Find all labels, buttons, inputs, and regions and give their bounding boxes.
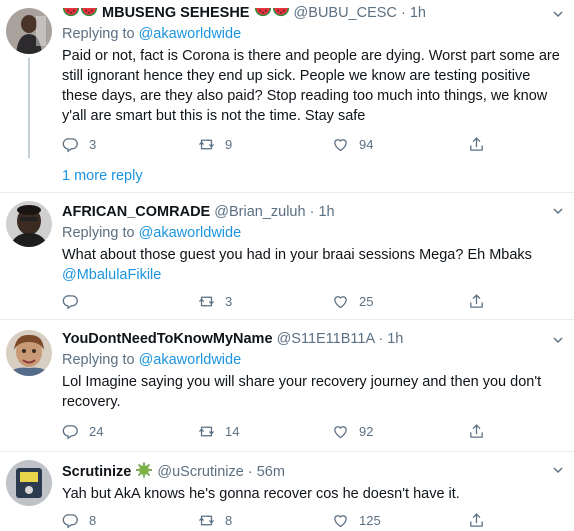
timestamp[interactable]: 1h [410,5,426,21]
watermelon-icon [272,6,290,19]
tweet[interactable]: AFRICAN_COMRADE @Brian_zuluh · 1h Replyi… [0,193,574,318]
like-count: 94 [359,136,374,152]
retweet-count: 9 [225,136,233,152]
retweet-count: 3 [225,293,233,309]
author-handle[interactable]: @Brian_zuluh [214,204,305,220]
tweet-header: YouDontNeedToKnowMyName @S11E11B11A · 1h [62,330,566,349]
tweet-text: What about those guest you had in your b… [62,245,566,285]
avatar[interactable] [6,460,52,506]
separator-dot: · [378,331,384,347]
tweet-header: Scrutinize @uScrutinize · 56m [62,462,566,482]
reply-button[interactable] [62,291,89,311]
author-handle[interactable]: @uScrutinize [157,464,243,480]
chevron-down-icon[interactable] [552,464,564,476]
share-icon [468,423,485,440]
like-button[interactable]: 92 [332,421,373,441]
tweet[interactable]: Scrutinize @uScrutinize · 56m Yah but Ak… [0,452,574,531]
timestamp[interactable]: 1h [318,204,334,220]
tweet-header: MBUSENG SEHESHE @BUBU_CESC · 1h [62,4,566,23]
reply-icon [62,423,79,440]
share-icon [468,512,485,529]
reply-button[interactable]: 8 [62,510,96,530]
reply-button[interactable]: 3 [62,134,96,154]
heart-icon [332,136,349,153]
show-more-replies-link[interactable]: 1 more reply [62,168,143,184]
retweet-count: 8 [225,512,233,528]
avatar[interactable] [6,8,52,54]
tweet-header: AFRICAN_COMRADE @Brian_zuluh · 1h [62,203,566,222]
mention-link[interactable]: @MbalulaFikile [62,267,161,283]
chevron-down-icon[interactable] [552,334,564,346]
retweet-icon [198,136,215,153]
like-button[interactable]: 125 [332,510,381,530]
like-button[interactable]: 94 [332,134,373,154]
avatar[interactable] [6,201,52,247]
timestamp[interactable]: 1h [387,331,403,347]
reply-count: 3 [89,136,97,152]
watermelon-icon [254,6,272,19]
retweet-count: 14 [225,423,240,439]
like-button[interactable]: 25 [332,291,373,311]
author-name[interactable]: AFRICAN_COMRADE [62,204,210,220]
reply-icon [62,293,79,310]
heart-icon [332,512,349,529]
tweet-text: Paid or not, fact is Corona is there and… [62,48,560,124]
replying-to-label: Replying to [62,352,139,368]
reply-icon [62,136,79,153]
separator-dot: · [309,204,315,220]
virus-icon [136,462,153,478]
chevron-down-icon[interactable] [552,8,564,20]
replying-to-link[interactable]: @akaworldwide [139,26,242,42]
author-name[interactable]: Scrutinize [62,464,131,480]
retweet-button[interactable]: 3 [198,291,232,311]
reply-count: 24 [89,423,104,439]
chevron-down-icon[interactable] [552,205,564,217]
reply-icon [62,512,79,529]
avatar[interactable] [6,330,52,376]
tweet-text: Yah but AkA knows he's gonna recover cos… [62,486,460,502]
separator-dot: · [400,5,406,21]
thread-line [28,58,30,158]
watermelon-icon [80,6,98,19]
share-button[interactable] [468,510,495,530]
retweet-icon [198,512,215,529]
tweet[interactable]: MBUSENG SEHESHE @BUBU_CESC · 1h Replying… [0,0,574,160]
heart-icon [332,293,349,310]
retweet-icon [198,293,215,310]
timestamp[interactable]: 56m [257,464,285,480]
replying-to: Replying to @akaworldwide [62,25,566,44]
retweet-button[interactable]: 8 [198,510,232,530]
watermelon-icon [62,6,80,19]
share-button[interactable] [468,134,495,154]
replying-to: Replying to @akaworldwide [62,224,566,243]
tweet-text-content: What about those guest you had in your b… [62,247,532,263]
share-icon [468,293,485,310]
replying-to-label: Replying to [62,26,139,42]
share-icon [468,136,485,153]
replying-to-link[interactable]: @akaworldwide [139,352,242,368]
author-handle[interactable]: @S11E11B11A [277,331,375,347]
like-count: 25 [359,293,374,309]
replying-to-link[interactable]: @akaworldwide [139,225,242,241]
like-count: 125 [359,512,381,528]
heart-icon [332,423,349,440]
replying-to-label: Replying to [62,225,139,241]
author-handle[interactable]: @BUBU_CESC [294,5,397,21]
retweet-button[interactable]: 9 [198,134,232,154]
tweet-text: Lol Imagine saying you will share your r… [62,374,542,410]
replying-to: Replying to @akaworldwide [62,351,566,370]
reply-count: 8 [89,512,97,528]
like-count: 92 [359,423,374,439]
author-name[interactable]: YouDontNeedToKnowMyName [62,331,273,347]
reply-button[interactable]: 24 [62,421,103,441]
retweet-button[interactable]: 14 [198,421,239,441]
share-button[interactable] [468,421,495,441]
separator-dot: · [247,464,253,480]
tweet[interactable]: YouDontNeedToKnowMyName @S11E11B11A · 1h… [0,320,574,450]
share-button[interactable] [468,291,495,311]
author-name[interactable]: MBUSENG SEHESHE [102,5,249,21]
retweet-icon [198,423,215,440]
